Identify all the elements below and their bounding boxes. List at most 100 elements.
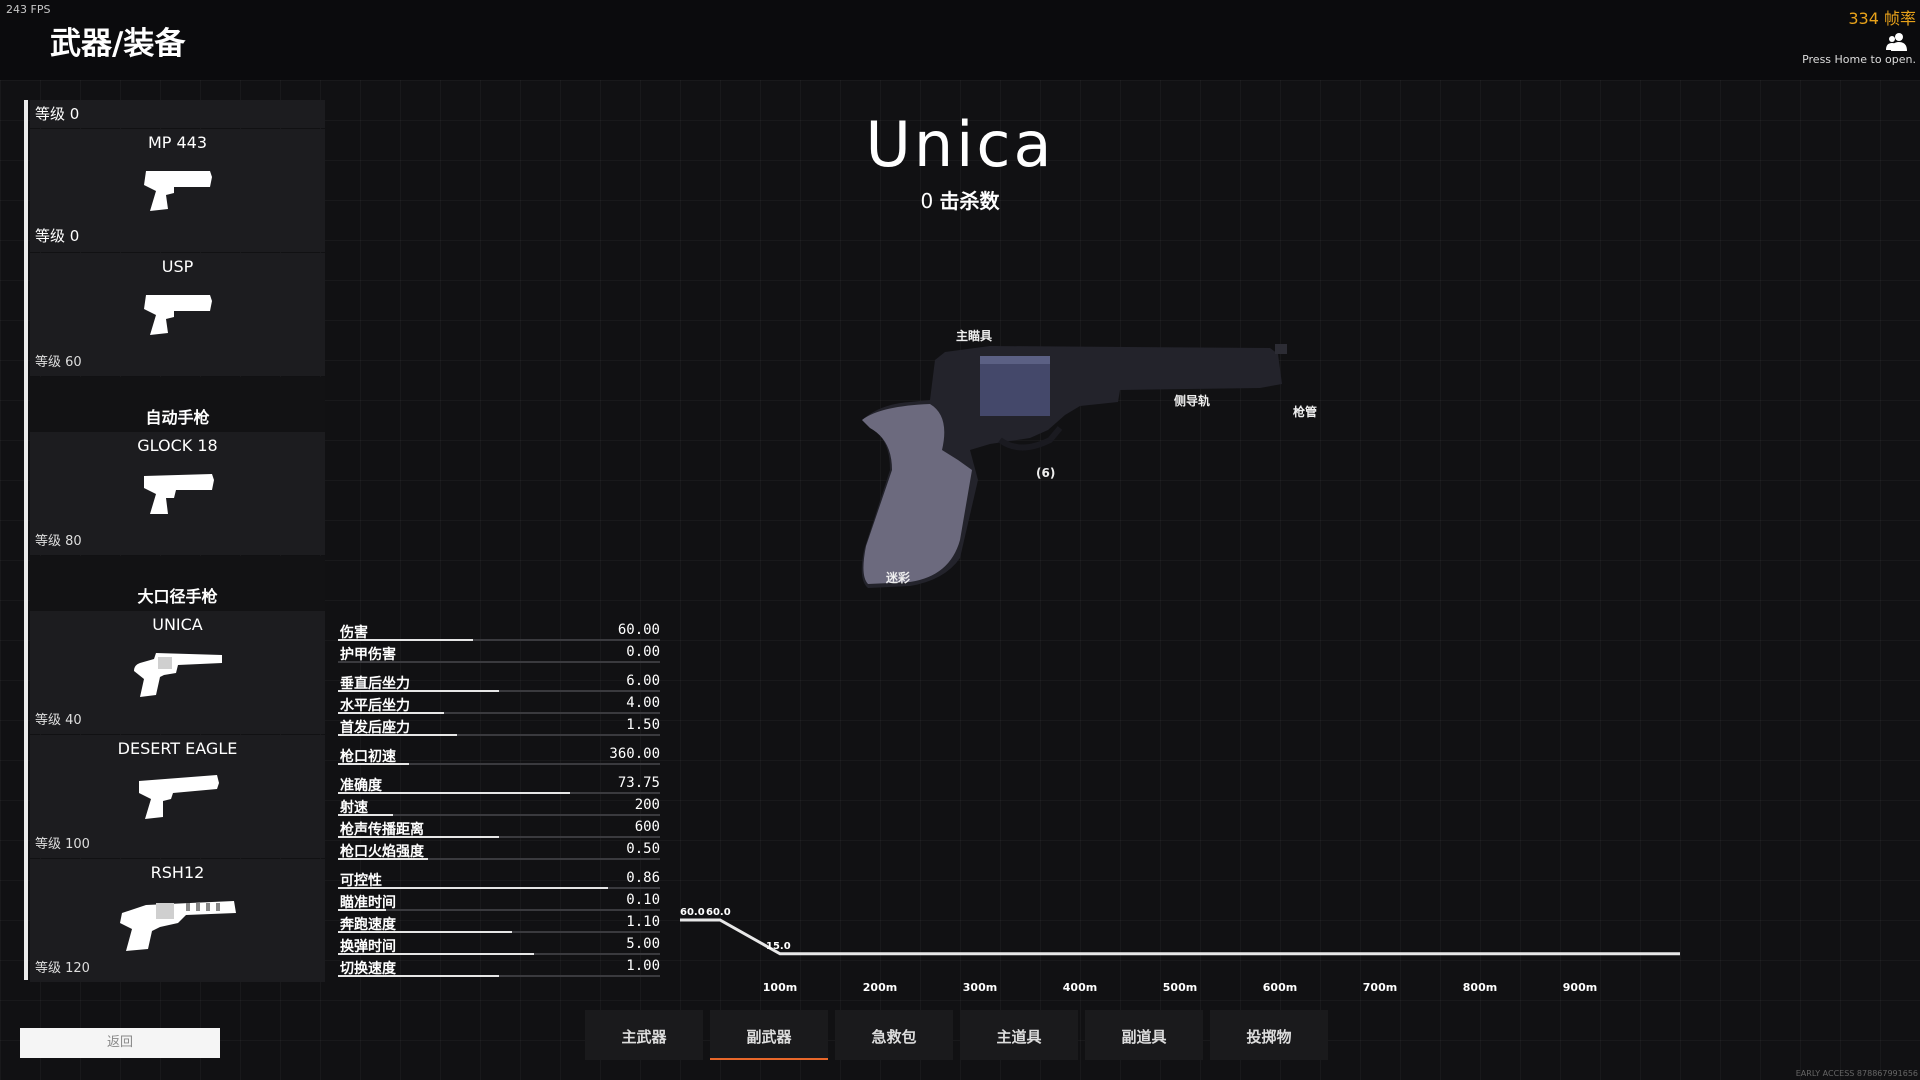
stat-value: 60.00	[617, 622, 660, 638]
stat-bar	[338, 639, 660, 641]
stat-row: 可控性 0.86	[338, 868, 660, 890]
x-tick-label: 400m	[1063, 981, 1097, 994]
kill-count-value: 0	[920, 189, 934, 213]
camo-attachment-label[interactable]: 迷彩	[886, 569, 910, 586]
stat-bar	[338, 690, 660, 692]
weapon-list-scrollbar[interactable]	[24, 100, 28, 980]
weapon-card-name: RSH12	[150, 863, 205, 882]
tab-3[interactable]: 主道具	[960, 1010, 1078, 1060]
ammo-attachment-label[interactable]: (6)	[1036, 466, 1055, 480]
stat-row: 奔跑速度 1.10	[338, 912, 660, 934]
friends-icon[interactable]	[1884, 32, 1910, 52]
kill-count-label: 击杀数	[939, 189, 1000, 213]
tab-0[interactable]: 主武器	[585, 1010, 703, 1060]
pistol-icon	[143, 474, 214, 514]
stat-bar-fill	[338, 858, 429, 860]
back-button[interactable]: 返回	[20, 1028, 220, 1058]
stat-bar	[338, 836, 660, 838]
revolver-icon	[119, 901, 236, 951]
press-home-hint: Press Home to open.	[1802, 53, 1916, 66]
pistol-icon	[138, 775, 219, 819]
stat-row: 枪声传播距离 600	[338, 817, 660, 839]
weapon-card-name: USP	[161, 257, 194, 276]
stat-bar	[338, 975, 660, 977]
sight-attachment-label[interactable]: 主瞄具	[956, 327, 992, 344]
x-tick-label: 600m	[1263, 981, 1297, 994]
weapon-card-unica[interactable]: UNICA 等级 40	[30, 611, 325, 734]
stat-row: 切换速度 1.00	[338, 956, 660, 978]
pistol-icon	[143, 171, 212, 211]
weapon-card-mp443[interactable]: MP 443 等级 0	[30, 129, 325, 252]
stat-bar-fill	[338, 953, 535, 955]
stat-bar-fill	[338, 639, 474, 641]
early-access-label: EARLY ACCESS 878867991656	[1795, 1069, 1918, 1078]
stat-bar-fill	[338, 814, 393, 816]
stat-row: 枪口初速 360.00	[338, 744, 660, 766]
stat-bar	[338, 734, 660, 736]
stat-value: 0.50	[626, 841, 660, 857]
stat-bar	[338, 953, 660, 955]
weapon-card-rsh12[interactable]: RSH12 等级 120	[30, 859, 325, 982]
tab-1[interactable]: 副武器	[710, 1010, 828, 1060]
side-rail-attachment-label[interactable]: 侧导轨	[1174, 392, 1210, 409]
category-title-label: 大口径手枪	[137, 587, 218, 606]
fps-counter: 243 FPS	[6, 3, 51, 16]
stat-bar-fill	[338, 690, 499, 692]
stat-bar	[338, 858, 660, 860]
stat-bar-fill	[338, 712, 445, 714]
weapon-list: 等级 0 MP 443 等级 0 USP 等级 60 自动手枪 GLOCK 18…	[30, 100, 325, 983]
barrel-attachment-label[interactable]: 枪管	[1293, 403, 1317, 420]
stat-row: 水平后坐力 4.00	[338, 693, 660, 715]
stat-row: 换弹时间 5.00	[338, 934, 660, 956]
stat-bar-fill	[338, 836, 499, 838]
stat-bar	[338, 763, 660, 765]
x-tick-label: 300m	[963, 981, 997, 994]
weapon-name: Unica	[865, 108, 1055, 181]
stat-value: 200	[634, 797, 660, 813]
stat-value: 4.00	[626, 695, 660, 711]
stat-row: 射速 200	[338, 795, 660, 817]
stat-row: 准确度 73.75	[338, 773, 660, 795]
weapon-card-usp[interactable]: USP 等级 60	[30, 253, 325, 376]
weapon-card-name: UNICA	[152, 615, 203, 634]
category-title: 大口径手枪	[30, 556, 325, 611]
data-label: 15.0	[766, 941, 791, 952]
damage-dropoff-chart: 60.0 60.0 15.0 100m 200m 300m 400m 500m 600m 700m…	[680, 907, 1680, 994]
stat-bar-fill	[338, 792, 570, 794]
stat-bar-fill	[338, 763, 409, 765]
x-tick-label: 900m	[1563, 981, 1597, 994]
stat-bar	[338, 909, 660, 911]
pistol-icon	[143, 295, 212, 335]
stat-bar	[338, 814, 660, 816]
weapon-card-name: GLOCK 18	[137, 436, 218, 455]
weapon-card-level: 等级 80	[35, 534, 82, 549]
category-title: 自动手枪	[30, 377, 325, 432]
stat-row: 护甲伤害 0.00	[338, 642, 660, 664]
stat-bar	[338, 887, 660, 889]
revolver-icon	[133, 653, 222, 697]
weapon-card-desert-eagle[interactable]: DESERT EAGLE 等级 100	[30, 735, 325, 858]
kill-count: 0 击杀数	[760, 185, 1160, 214]
frame-rate: 334 帧率	[1848, 9, 1916, 28]
weapon-card-level: 等级 0	[35, 227, 80, 245]
level-header: 等级 0	[30, 100, 325, 128]
revolver-model	[861, 344, 1287, 588]
stat-bar-fill	[338, 734, 458, 736]
stat-value: 0.10	[626, 892, 660, 908]
x-tick-label: 800m	[1463, 981, 1497, 994]
tab-2[interactable]: 急救包	[835, 1010, 953, 1060]
weapon-card-level: 等级 60	[35, 355, 82, 370]
stat-value: 1.10	[626, 914, 660, 930]
data-label: 60.0	[680, 907, 705, 918]
stat-row: 垂直后坐力 6.00	[338, 671, 660, 693]
stat-value: 73.75	[617, 775, 660, 791]
damage-line	[680, 918, 1680, 956]
stat-row: 枪口火焰强度 0.50	[338, 839, 660, 861]
stat-value: 600	[634, 819, 660, 835]
tab-5[interactable]: 投掷物	[1210, 1010, 1328, 1060]
tab-4[interactable]: 副道具	[1085, 1010, 1203, 1060]
stat-row: 瞄准时间 0.10	[338, 890, 660, 912]
stat-bar	[338, 712, 660, 714]
weapon-card-glock18[interactable]: GLOCK 18 等级 80	[30, 432, 325, 555]
x-tick-label: 200m	[863, 981, 897, 994]
